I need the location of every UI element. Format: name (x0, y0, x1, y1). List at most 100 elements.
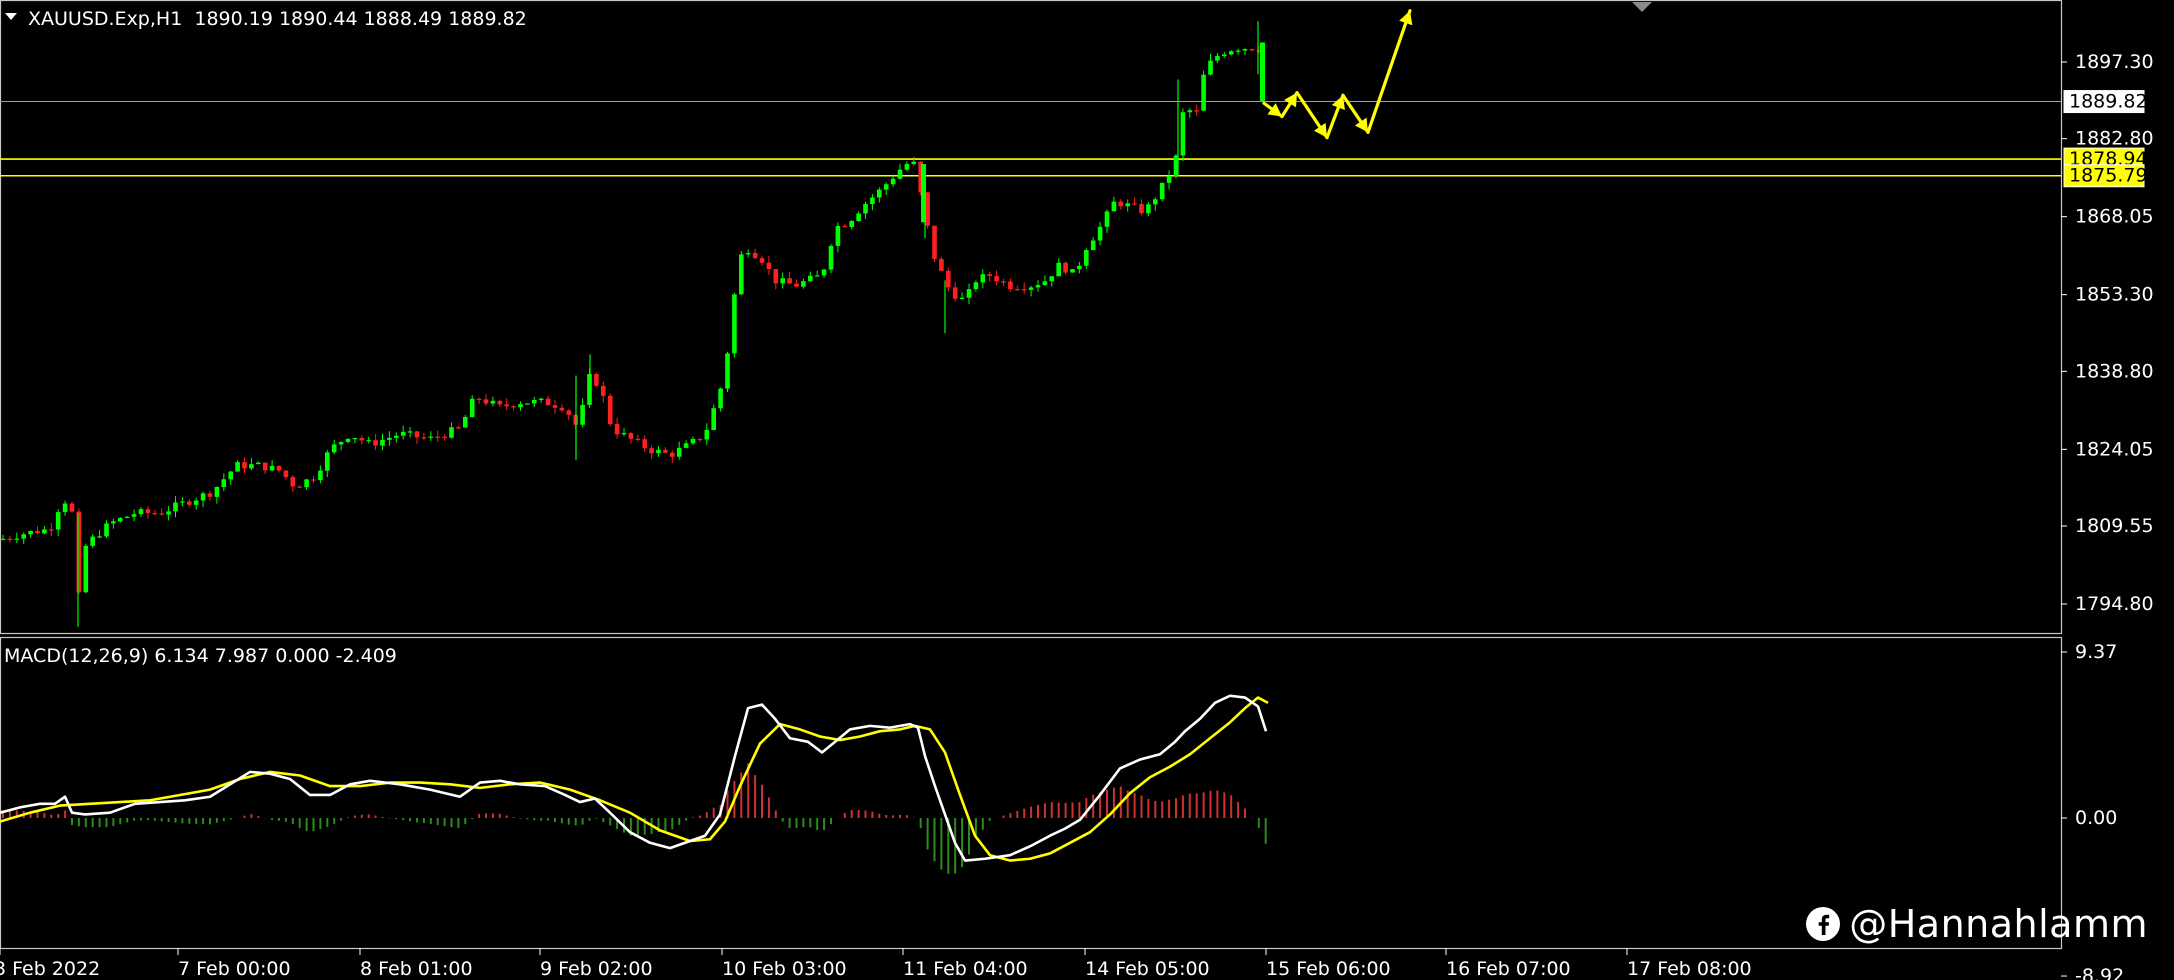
candle-body (1153, 199, 1158, 205)
candle-body (380, 439, 385, 446)
candle-body (235, 462, 240, 472)
candle-body (1125, 203, 1130, 207)
candle-body (90, 536, 95, 546)
candle-body (456, 427, 461, 429)
candle-body (200, 493, 206, 501)
candle-body (352, 437, 358, 440)
candle-body (366, 440, 371, 442)
candle-body (124, 516, 130, 518)
candle-body (559, 407, 565, 411)
candle-body (1049, 276, 1055, 282)
candle-body (897, 169, 903, 179)
time-axis-label: 3 Feb 2022 (0, 958, 100, 980)
candle-body (766, 262, 772, 270)
candle-body (394, 435, 399, 438)
candle-body (207, 493, 213, 497)
candle-body (1194, 110, 1199, 112)
candle-body (676, 447, 682, 457)
candle-body (911, 161, 917, 165)
candle-body (55, 512, 61, 530)
candle-body (1139, 204, 1144, 214)
candle-body (1201, 74, 1206, 111)
candle-body (890, 178, 896, 185)
time-axis-label: 9 Feb 02:00 (540, 958, 653, 980)
candle-body (449, 427, 454, 438)
candle-body (1077, 265, 1082, 270)
candle-body (476, 398, 482, 400)
level-price-label: 1875.79 (2069, 165, 2148, 187)
candle-body (28, 531, 33, 535)
candle-body (842, 226, 848, 228)
candle-body (1166, 176, 1172, 183)
candle-body (732, 294, 737, 354)
candle-body (131, 514, 137, 517)
candle-body (83, 545, 89, 593)
candle-body (870, 197, 875, 205)
price-axis-label: 1897.30 (2075, 51, 2154, 73)
time-axis-label: 14 Feb 05:00 (1085, 958, 1210, 980)
candle-body (780, 278, 785, 284)
candle-body (801, 281, 806, 287)
candle-body (387, 437, 392, 440)
candle-body (932, 225, 937, 259)
time-axis-label: 11 Feb 04:00 (903, 958, 1028, 980)
candle-body (538, 398, 544, 400)
candle-body (7, 538, 13, 540)
candle-body (718, 388, 723, 409)
candle-body (1042, 281, 1048, 286)
candle-body (614, 423, 620, 435)
time-axis-label: 8 Feb 01:00 (360, 958, 473, 980)
candle-body (276, 465, 282, 471)
candle-body (187, 501, 192, 505)
candle-body (921, 164, 926, 223)
candle-body (442, 436, 447, 438)
candle-body (594, 373, 599, 386)
candle-body (628, 433, 634, 439)
candle-body (159, 513, 164, 515)
candle-body (504, 404, 509, 407)
candle-body (469, 398, 475, 418)
candle-body (1111, 201, 1117, 212)
candle-body (1187, 110, 1193, 113)
candle-body (249, 464, 254, 469)
candle-body (1008, 281, 1013, 290)
candle-body (193, 500, 199, 505)
price-axis-label: 1868.05 (2075, 206, 2154, 228)
candle-body (994, 275, 999, 282)
candle-body (42, 529, 47, 534)
candle-body (649, 448, 654, 454)
candle-body (1097, 226, 1103, 241)
candle-body (463, 417, 468, 428)
candle-body (1090, 240, 1096, 251)
candle-body (532, 399, 537, 404)
candle-body (166, 511, 171, 515)
candle-body (69, 503, 75, 512)
candle-body (1015, 289, 1020, 291)
candle-body (621, 433, 627, 435)
macd-axis-label: 0.00 (2075, 807, 2117, 829)
candle-body (138, 509, 144, 515)
candle-body (0, 538, 6, 540)
candle-body (269, 465, 275, 471)
candle-body (359, 437, 365, 441)
candle-body (1056, 262, 1061, 277)
macd-header: MACD(12,26,9) 6.134 7.987 0.000 -2.409 (4, 645, 397, 667)
trading-chart[interactable]: 1897.30 1882.80 1868.05 1853.30 1838.80 1824.… (0, 0, 2174, 980)
candle-body (421, 437, 427, 439)
candle-body (414, 431, 420, 438)
candle-body (400, 431, 406, 436)
candle-body (111, 521, 116, 524)
candle-body (14, 538, 20, 540)
candle-body (290, 477, 296, 487)
candle-body (904, 164, 910, 170)
candle-body (545, 398, 551, 406)
candle-body (228, 471, 233, 480)
candle-body (76, 511, 82, 593)
candle-body (1249, 49, 1255, 51)
candle-body (725, 353, 730, 389)
candle-body (759, 258, 765, 263)
candle-body (283, 470, 289, 478)
candle-body (331, 444, 337, 453)
candle-body (304, 479, 309, 488)
candle-body (373, 440, 378, 446)
